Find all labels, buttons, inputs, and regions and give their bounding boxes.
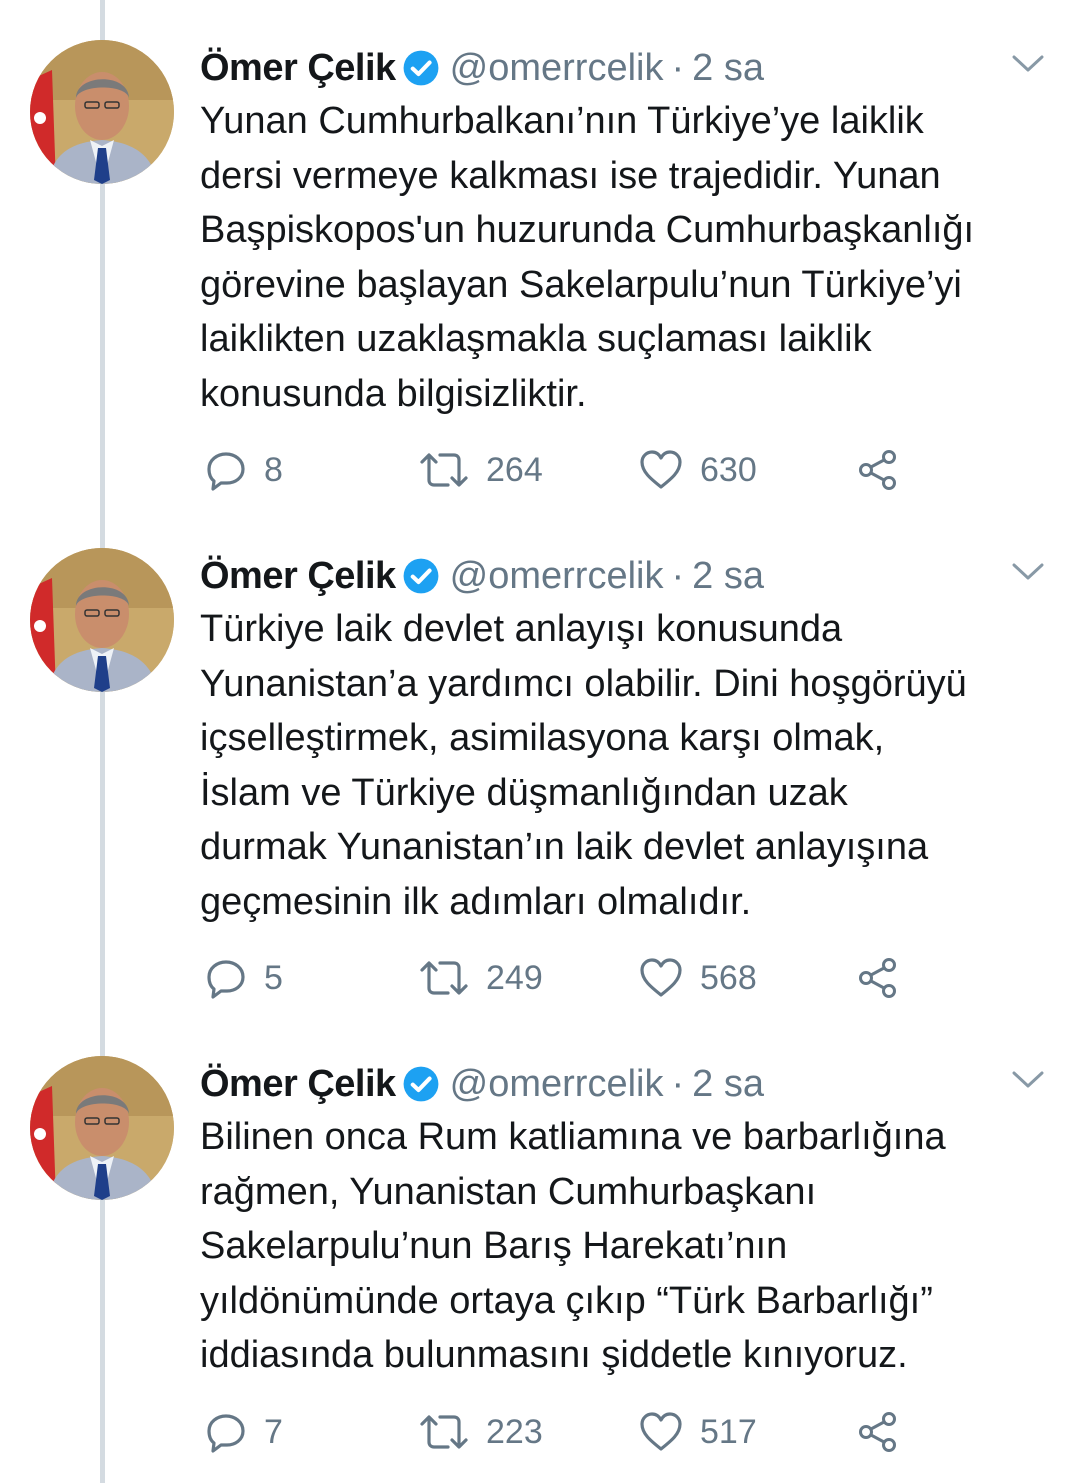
reply-count: 5 bbox=[264, 958, 283, 997]
tweet-header: Ömer Çelik @omerrcelik · 2 sa bbox=[200, 1058, 764, 1110]
avatar[interactable] bbox=[30, 40, 174, 184]
tweet-text-line: Başpiskopos'un huzurunda Cumhurbaşkanlığ… bbox=[200, 209, 975, 251]
tweet-text-line: laiklikten uzaklaşmakla suçlaması laikli… bbox=[200, 318, 872, 360]
reply-button[interactable]: 8 bbox=[204, 442, 283, 498]
avatar[interactable] bbox=[30, 548, 174, 692]
tweet-text-line: geçmesinin ilk adımları olmalıdır. bbox=[200, 880, 752, 923]
tweet-text-line: Sakelarpulu’nun Barış Harekatı’nın bbox=[200, 1225, 788, 1267]
tweet-text: Bilinen onca Rum katliamına ve barbarlığ… bbox=[200, 1110, 1060, 1383]
tweet-text-line: İslam ve Türkiye düşmanlığından uzak bbox=[200, 771, 848, 814]
retweet-button[interactable]: 249 bbox=[418, 950, 543, 1006]
tweet-text-line: Yunan Cumhurbalkanı’nın Türkiye’ye laikl… bbox=[200, 100, 924, 142]
retweet-button[interactable]: 264 bbox=[418, 442, 543, 498]
tweet[interactable]: Ömer Çelik @omerrcelik · 2 sa Bilinen on… bbox=[0, 1016, 1068, 1483]
separator-dot: · bbox=[671, 47, 685, 89]
share-icon bbox=[856, 448, 900, 492]
author-handle[interactable]: @omerrcelik bbox=[450, 42, 664, 94]
tweet-timestamp[interactable]: 2 sa bbox=[692, 42, 764, 94]
like-button[interactable]: 630 bbox=[638, 442, 757, 498]
tweet-text-line: konusunda bilgisizliktir. bbox=[200, 372, 587, 415]
share-icon bbox=[856, 1410, 900, 1454]
reply-icon bbox=[204, 956, 248, 1000]
chevron-down-icon[interactable] bbox=[1010, 556, 1046, 586]
avatar-portrait bbox=[30, 40, 174, 184]
avatar-portrait bbox=[30, 548, 174, 692]
like-button[interactable]: 517 bbox=[638, 1404, 757, 1460]
separator-dot: · bbox=[671, 1063, 685, 1105]
share-icon bbox=[856, 956, 900, 1000]
verified-badge-icon bbox=[402, 1065, 440, 1103]
tweet-actions: 5 249 568 bbox=[200, 950, 920, 1006]
retweet-count: 223 bbox=[486, 1412, 543, 1451]
verified-badge-icon bbox=[402, 557, 440, 595]
retweet-count: 249 bbox=[486, 958, 543, 997]
like-count: 517 bbox=[700, 1412, 757, 1451]
like-count: 568 bbox=[700, 958, 757, 997]
reply-count: 7 bbox=[264, 1412, 283, 1451]
author-name[interactable]: Ömer Çelik bbox=[200, 1058, 396, 1110]
tweet-text-line: içselleştirmek, asimilasyona karşı olmak… bbox=[200, 717, 885, 759]
tweet-header: Ömer Çelik @omerrcelik · 2 sa bbox=[200, 42, 764, 94]
tweet-text-line: görevine başlayan Sakelarpulu’nun Türkiy… bbox=[200, 263, 962, 306]
chevron-down-icon[interactable] bbox=[1010, 1064, 1046, 1094]
retweet-count: 264 bbox=[486, 450, 543, 489]
verified-badge-icon bbox=[402, 49, 440, 87]
retweet-icon bbox=[418, 956, 470, 1000]
tweet[interactable]: Ömer Çelik @omerrcelik · 2 sa Yunan Cumh… bbox=[0, 0, 1068, 508]
avatar[interactable] bbox=[30, 1056, 174, 1200]
author-handle[interactable]: @omerrcelik bbox=[450, 1058, 664, 1110]
tweet-text-line: Türkiye laik devlet anlayışı konusunda bbox=[200, 608, 843, 650]
reply-icon bbox=[204, 1410, 248, 1454]
tweet-header: Ömer Çelik @omerrcelik · 2 sa bbox=[200, 550, 764, 602]
reply-count: 8 bbox=[264, 450, 283, 489]
retweet-icon bbox=[418, 1410, 470, 1454]
tweet-text-line: Bilinen onca Rum katliamına ve barbarlığ… bbox=[200, 1116, 946, 1158]
reply-icon bbox=[204, 448, 248, 492]
reply-button[interactable]: 7 bbox=[204, 1404, 283, 1460]
share-button[interactable] bbox=[856, 950, 900, 1006]
share-button[interactable] bbox=[856, 442, 900, 498]
tweet-actions: 8 264 630 bbox=[200, 442, 920, 498]
like-count: 630 bbox=[700, 450, 757, 489]
tweet-timestamp[interactable]: 2 sa bbox=[692, 550, 764, 602]
reply-button[interactable]: 5 bbox=[204, 950, 283, 1006]
heart-icon bbox=[638, 448, 684, 492]
tweet-timestamp[interactable]: 2 sa bbox=[692, 1058, 764, 1110]
separator-dot: · bbox=[671, 555, 685, 597]
tweet-text-line: dersi vermeye kalkması ise trajedidir. Y… bbox=[200, 154, 941, 197]
tweet-text: Yunan Cumhurbalkanı’nın Türkiye’ye laikl… bbox=[200, 94, 1060, 421]
author-name[interactable]: Ömer Çelik bbox=[200, 42, 396, 94]
heart-icon bbox=[638, 956, 684, 1000]
share-button[interactable] bbox=[856, 1404, 900, 1460]
tweet-text-line: yıldönümünde ortaya çıkıp “Türk Barbarlı… bbox=[200, 1279, 933, 1322]
tweet-text-line: rağmen, Yunanistan Cumhurbaşkanı bbox=[200, 1170, 817, 1213]
chevron-down-icon[interactable] bbox=[1010, 48, 1046, 78]
author-name[interactable]: Ömer Çelik bbox=[200, 550, 396, 602]
like-button[interactable]: 568 bbox=[638, 950, 757, 1006]
retweet-button[interactable]: 223 bbox=[418, 1404, 543, 1460]
tweet-text-line: iddiasında bulunmasını şiddetle kınıyoru… bbox=[200, 1334, 908, 1376]
tweet[interactable]: Ömer Çelik @omerrcelik · 2 sa Türkiye la… bbox=[0, 508, 1068, 1016]
avatar-portrait bbox=[30, 1056, 174, 1200]
author-handle[interactable]: @omerrcelik bbox=[450, 550, 664, 602]
tweet-text-line: durmak Yunanistan’ın laik devlet anlayış… bbox=[200, 826, 929, 868]
retweet-icon bbox=[418, 448, 470, 492]
heart-icon bbox=[638, 1410, 684, 1454]
tweet-text: Türkiye laik devlet anlayışı konusunda Y… bbox=[200, 602, 1060, 929]
tweet-text-line: Yunanistan’a yardımcı olabilir. Dini hoş… bbox=[200, 662, 967, 705]
tweet-actions: 7 223 517 bbox=[200, 1404, 920, 1460]
